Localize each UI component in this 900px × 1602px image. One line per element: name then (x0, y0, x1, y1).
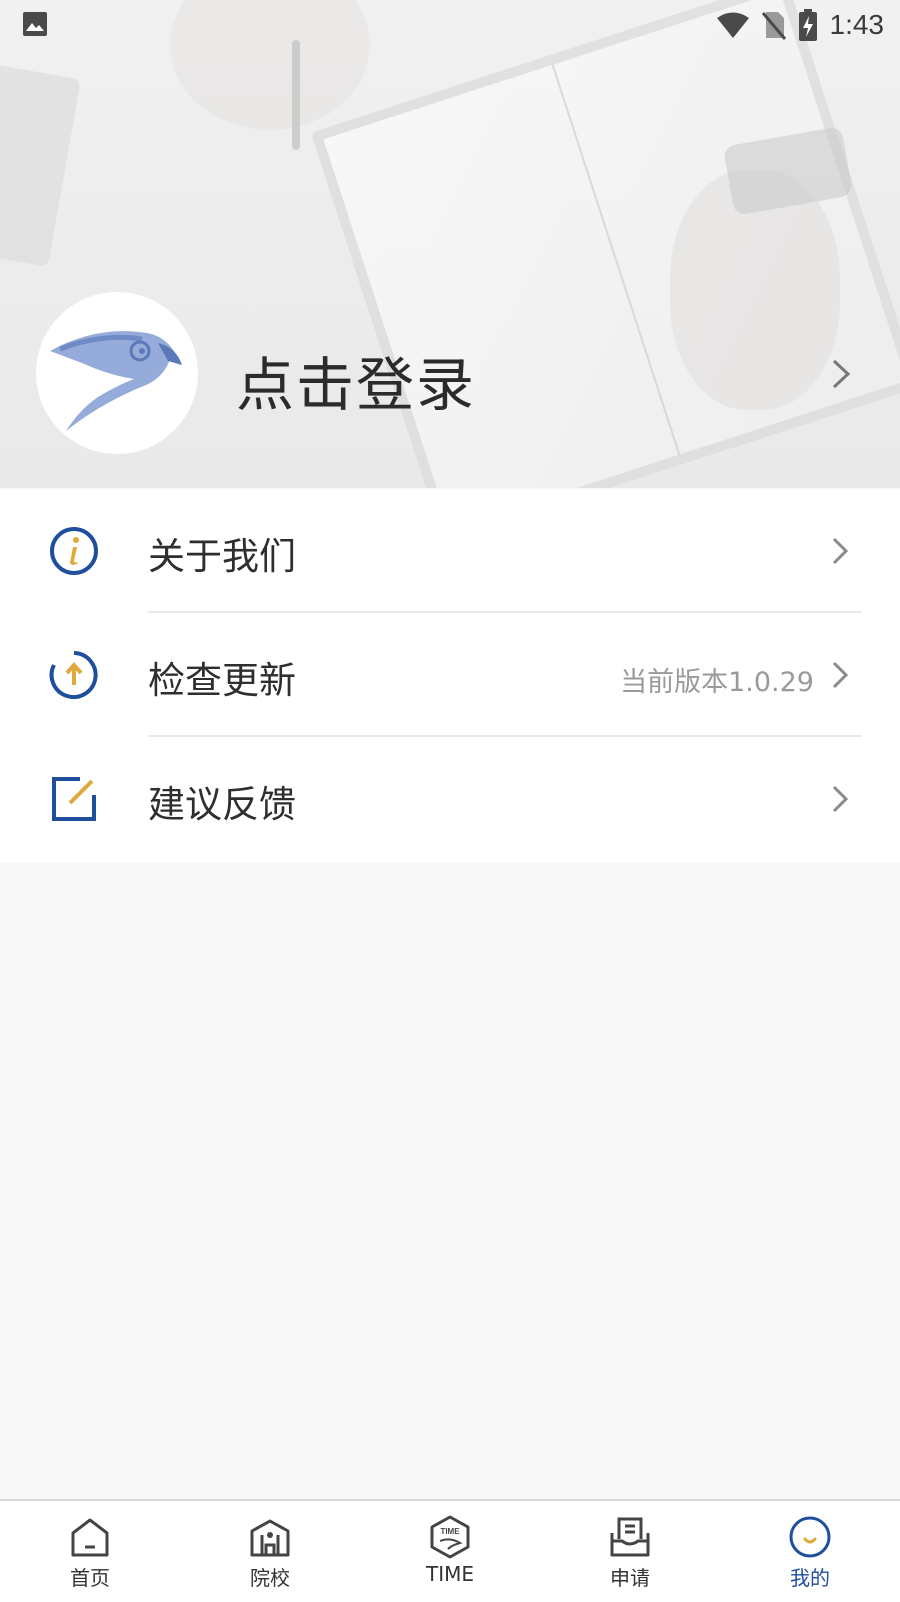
login-button[interactable]: 点击登录 (236, 338, 476, 422)
tab-label: 首页 (70, 1566, 110, 1590)
profile-header: 1:43 点击登录 (0, 0, 900, 488)
edit-icon (52, 777, 96, 821)
battery-charging-icon (798, 9, 817, 41)
tab-label: 申请 (610, 1566, 650, 1590)
wifi-icon (716, 12, 749, 38)
tab-school[interactable]: 院校 (180, 1501, 360, 1602)
chevron-right-icon (832, 537, 849, 565)
menu-item-check-update[interactable]: 检查更新 当前版本1.0.29 (0, 613, 900, 736)
tab-label: 院校 (250, 1566, 290, 1590)
time-badge-icon: TIME (430, 1515, 470, 1559)
tab-label: 我的 (790, 1566, 830, 1590)
settings-menu: 关于我们 检查更新 当前版本1.0.29 建议反馈 (0, 489, 900, 863)
info-icon (50, 527, 98, 575)
tab-apply[interactable]: 申请 (540, 1501, 720, 1602)
eagle-logo-icon (50, 331, 182, 431)
chevron-right-icon[interactable] (830, 357, 852, 391)
tab-label: TIME (425, 1562, 474, 1586)
chevron-right-icon (832, 661, 849, 689)
avatar[interactable] (36, 292, 198, 454)
school-icon (250, 1519, 290, 1557)
status-bar: 1:43 (0, 0, 900, 50)
menu-item-label: 建议反馈 (148, 783, 296, 826)
menu-item-about[interactable]: 关于我们 (0, 489, 900, 612)
update-icon (49, 651, 98, 699)
status-time: 1:43 (829, 9, 885, 40)
chevron-right-icon (832, 785, 849, 813)
tab-mine[interactable]: 我的 (720, 1501, 900, 1602)
background-photo-object (0, 63, 81, 267)
menu-item-label: 检查更新 (148, 659, 296, 702)
tab-time[interactable]: TIME TIME (360, 1501, 540, 1602)
tab-home[interactable]: 首页 (0, 1501, 180, 1602)
bottom-tab-bar: 首页 院校 TIME TIME 申请 我的 (0, 1499, 900, 1602)
menu-item-feedback[interactable]: 建议反馈 (0, 737, 900, 860)
no-sim-icon (761, 12, 786, 40)
menu-item-label: 关于我们 (148, 535, 296, 578)
profile-smile-icon (789, 1516, 831, 1558)
background-photo-pen (292, 40, 300, 150)
inbox-icon (610, 1517, 650, 1557)
svg-text:TIME: TIME (440, 1527, 460, 1536)
version-text: 当前版本1.0.29 (620, 667, 814, 698)
gallery-notification-icon (23, 12, 47, 36)
home-icon (71, 1518, 109, 1557)
